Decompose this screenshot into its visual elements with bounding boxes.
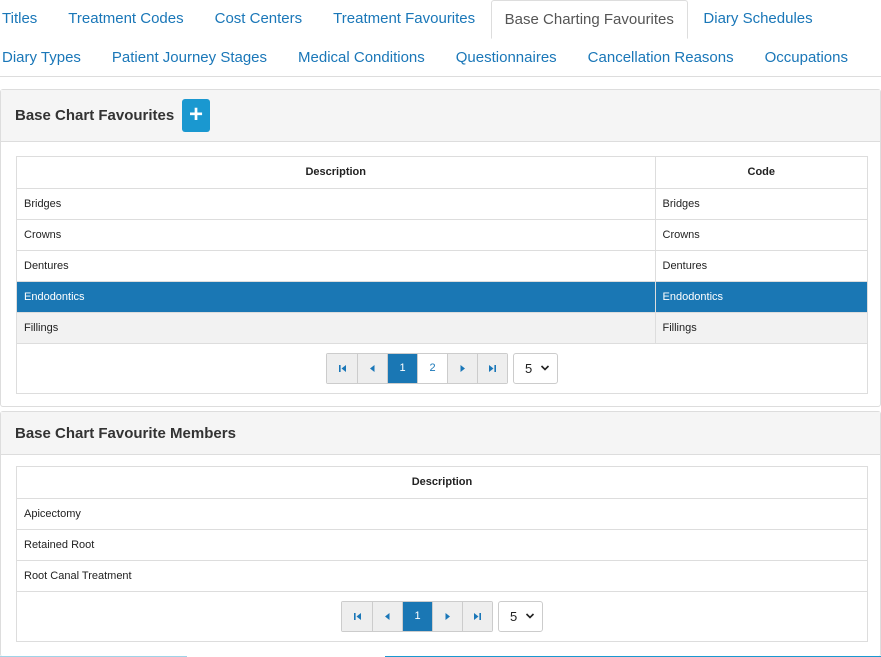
next-page-icon [460,364,465,372]
column-header-code[interactable]: Code [654,157,867,189]
row-code: Dentures [654,249,867,281]
tab-treatment-codes[interactable]: Treatment Codes [53,0,199,38]
tab-treatment-favourites[interactable]: Treatment Favourites [318,0,491,38]
page-size-value: 5 [510,609,518,624]
favourites-panel-title: Base Chart Favourites [15,107,175,124]
members-panel: Base Chart Favourite Members Description… [0,411,881,657]
page-size-select[interactable]: 5 [498,601,543,632]
table-row[interactable]: Fillings Fillings [17,311,867,343]
page-size-select[interactable]: 5 [513,353,558,384]
last-page-button[interactable] [462,602,492,631]
table-row[interactable]: Retained Root [17,528,867,560]
prev-page-button[interactable] [372,602,402,631]
tab-base-charting-favourites[interactable]: Base Charting Favourites [490,0,688,39]
row-description: Root Canal Treatment [17,559,867,591]
tab-row-1: Titles Treatment Codes Cost Centers Trea… [0,0,828,39]
page-2-button[interactable]: 2 [417,354,447,383]
next-page-button[interactable] [432,602,462,631]
members-pagination: 1 5 [17,591,867,641]
row-description: Crowns [17,218,655,250]
row-code: Crowns [654,218,867,250]
row-code: Bridges [654,187,867,219]
members-table: Description Apicectomy Retained Root Roo… [16,466,868,642]
tab-cost-centers[interactable]: Cost Centers [199,0,318,38]
row-description: Bridges [17,187,655,219]
tab-diary-types[interactable]: Diary Types [0,39,96,77]
members-panel-title: Base Chart Favourite Members [15,425,236,442]
row-description: Retained Root [17,528,867,560]
tab-occupations[interactable]: Occupations [749,39,863,77]
column-header-description[interactable]: Description [17,467,867,499]
last-page-icon [489,364,496,372]
table-row[interactable]: Crowns Crowns [17,218,867,250]
table-row[interactable]: Dentures Dentures [17,249,867,281]
first-page-button[interactable] [342,602,372,631]
pager-controls: 1 [341,601,493,632]
add-favourite-button[interactable]: + [182,99,210,132]
page-1-button[interactable]: 1 [402,602,432,631]
last-page-icon [474,612,481,620]
prev-page-icon [370,364,375,372]
favourites-table: Description Code Bridges Bridges Crowns … [16,156,868,394]
table-row[interactable]: Bridges Bridges [17,187,867,219]
favourites-pagination: 1 2 5 [17,343,867,393]
row-description: Apicectomy [17,497,867,529]
favourites-panel: Base Chart Favourites + Description Code… [0,89,881,407]
next-page-icon [445,612,450,620]
tab-diary-schedules[interactable]: Diary Schedules [688,0,828,38]
members-panel-header: Base Chart Favourite Members [1,412,880,455]
favourites-panel-header: Base Chart Favourites + [1,90,880,142]
prev-page-icon [385,612,390,620]
first-page-button[interactable] [327,354,357,383]
page-size-value: 5 [525,361,533,376]
table-row[interactable]: Root Canal Treatment [17,559,867,591]
chevron-down-icon [540,354,550,393]
next-page-button[interactable] [447,354,477,383]
table-row[interactable]: Apicectomy [17,497,867,529]
last-page-button[interactable] [477,354,507,383]
pager-controls: 1 2 [326,353,508,384]
tab-cancellation-reasons[interactable]: Cancellation Reasons [572,39,749,77]
plus-icon: + [188,101,203,128]
chevron-down-icon [525,602,535,641]
row-description: Fillings [17,311,655,343]
tab-titles[interactable]: Titles [0,0,53,38]
page-1-button[interactable]: 1 [387,354,417,383]
column-header-description[interactable]: Description [17,157,655,189]
tab-patient-journey-stages[interactable]: Patient Journey Stages [96,39,282,77]
first-page-icon [338,364,346,372]
row-code: Fillings [654,311,867,343]
table-row-selected[interactable]: Endodontics Endodontics [17,280,867,312]
prev-page-button[interactable] [357,354,387,383]
first-page-icon [353,612,361,620]
row-code: Endodontics [654,280,867,312]
tab-questionnaires[interactable]: Questionnaires [440,39,572,77]
row-description: Endodontics [17,280,655,312]
tab-medical-conditions[interactable]: Medical Conditions [283,39,441,77]
tab-row-2: Diary Types Patient Journey Stages Medic… [0,39,863,77]
row-description: Dentures [17,249,655,281]
settings-tabs: Titles Treatment Codes Cost Centers Trea… [0,0,881,77]
